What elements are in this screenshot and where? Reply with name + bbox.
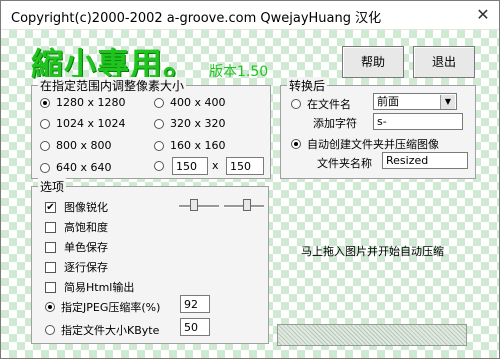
chevron-down-icon[interactable]: ▼ (440, 95, 455, 109)
sharpen-slider[interactable] (179, 205, 219, 208)
size-option-320[interactable]: 320 x 320 (154, 117, 226, 130)
after-convert-label: 转换后 (287, 77, 328, 94)
radio-icon[interactable] (154, 97, 164, 108)
add-chars-label: 添加字符 (313, 117, 357, 130)
radio-icon[interactable] (291, 99, 301, 109)
option-label: 图像锐化 (64, 201, 108, 214)
jpeg-quality-label: 指定JPEG压缩率(%) (61, 301, 161, 314)
option-monochrome[interactable]: 单色保存 (45, 239, 108, 255)
size-option-label: 400 x 400 (170, 96, 226, 109)
size-group-label: 在指定范围内调整像素大小 (38, 77, 187, 94)
exit-button[interactable]: 退出 (413, 46, 475, 78)
auto-folder-label: 自动创建文件夹并压缩图像 (307, 138, 439, 151)
option-html-output[interactable]: 简易Html输出 (45, 279, 134, 295)
size-option-1280[interactable]: 1280 x 1280 (40, 96, 126, 109)
position-select-value: 前面 (377, 95, 399, 108)
options-group: 选项 ✔ 图像锐化 高饱和度 单色保存 逐行保存 简易Html输出 指定JPEG… (31, 178, 269, 344)
radio-icon[interactable] (40, 97, 50, 108)
radio-icon[interactable] (154, 118, 164, 129)
radio-icon[interactable] (40, 118, 50, 129)
auto-folder-option[interactable]: 自动创建文件夹并压缩图像 (291, 136, 439, 152)
size-option-label: 1024 x 1024 (56, 117, 126, 130)
progress-bar (277, 324, 467, 346)
help-button[interactable]: 帮助 (342, 46, 404, 78)
checkbox-icon[interactable] (45, 261, 56, 273)
checkbox-icon[interactable] (45, 221, 56, 233)
option-progressive[interactable]: 逐行保存 (45, 259, 108, 275)
sharpen-slider-thumb[interactable] (190, 199, 199, 211)
size-option-800[interactable]: 800 x 800 (40, 139, 112, 152)
file-size-label: 指定文件大小KByte (61, 324, 160, 337)
size-option-640[interactable]: 640 x 640 (40, 161, 112, 174)
window-title: Copyright(c)2000-2002 a-groove.com Qweja… (11, 11, 382, 26)
file-size-option[interactable]: 指定文件大小KByte (45, 322, 159, 338)
size-option-400[interactable]: 400 x 400 (154, 96, 226, 109)
app-window: Copyright(c)2000-2002 a-groove.com Qweja… (0, 0, 500, 359)
option-saturation[interactable]: 高饱和度 (45, 219, 108, 235)
size-option-label: 640 x 640 (56, 161, 112, 174)
radio-icon[interactable] (40, 162, 50, 173)
folder-name-input[interactable]: Resized (382, 152, 468, 169)
option-sharpen[interactable]: ✔ 图像锐化 (45, 199, 108, 215)
folder-name-label: 文件夹名称 (317, 157, 372, 170)
file-size-input[interactable]: 50 (180, 318, 210, 336)
size-option-label: 160 x 160 (170, 139, 226, 152)
option-label: 逐行保存 (64, 261, 108, 274)
option-label: 单色保存 (64, 241, 108, 254)
position-select[interactable]: 前面 ▼ (373, 93, 457, 110)
options-group-label: 选项 (38, 178, 67, 195)
size-option-custom[interactable] (154, 161, 170, 171)
size-option-label: 1280 x 1280 (56, 96, 126, 109)
custom-height-input[interactable]: 150 (226, 157, 264, 175)
drop-hint: 马上拖入图片并开始自动压缩 (301, 245, 444, 258)
jpeg-quality-input[interactable]: 92 (180, 295, 210, 313)
size-option-160[interactable]: 160 x 160 (154, 139, 226, 152)
radio-icon[interactable] (154, 161, 164, 171)
after-convert-group: 转换后 在文件名 前面 ▼ 添加字符 s- 自动创建文件夹并压缩图像 文件夹名称… (280, 77, 476, 179)
version-label: 版本1.50 (209, 64, 269, 80)
option-label: 简易Html输出 (64, 281, 135, 294)
radio-icon[interactable] (45, 325, 55, 335)
checkbox-icon[interactable]: ✔ (45, 201, 56, 213)
size-group: 在指定范围内调整像素大小 1280 x 1280 400 x 400 1024 … (31, 77, 271, 179)
close-icon[interactable]: ✕ (467, 1, 499, 29)
custom-size-separator: x (212, 159, 219, 172)
size-option-label: 320 x 320 (170, 117, 226, 130)
title-bar[interactable]: Copyright(c)2000-2002 a-groove.com Qweja… (1, 1, 499, 30)
radio-icon[interactable] (154, 140, 164, 151)
size-option-1024[interactable]: 1024 x 1024 (40, 117, 126, 130)
size-option-label: 800 x 800 (56, 139, 112, 152)
filename-option[interactable]: 在文件名 (291, 96, 351, 112)
option-label: 高饱和度 (64, 221, 108, 234)
radio-icon[interactable] (291, 139, 301, 149)
custom-width-input[interactable]: 150 (172, 157, 208, 175)
radio-icon[interactable] (45, 302, 55, 312)
saturation-slider-thumb[interactable] (243, 199, 252, 211)
radio-icon[interactable] (40, 140, 50, 151)
checkbox-icon[interactable] (45, 281, 56, 293)
add-chars-input[interactable]: s- (373, 113, 463, 130)
jpeg-quality-option[interactable]: 指定JPEG压缩率(%) (45, 299, 160, 315)
checkbox-icon[interactable] (45, 241, 56, 253)
filename-option-label: 在文件名 (307, 98, 351, 111)
